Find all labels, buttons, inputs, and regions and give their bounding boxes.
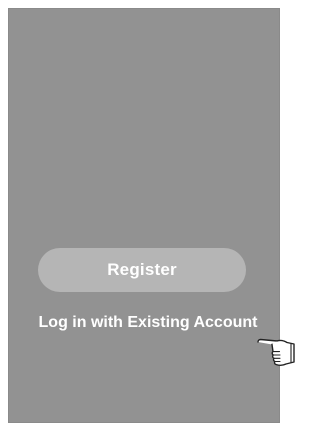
app-welcome-screen [8,8,280,423]
login-existing-account-link[interactable]: Log in with Existing Account [0,314,296,332]
pointing-hand-icon [257,338,295,366]
register-button[interactable]: Register [38,248,246,292]
instruction-figure: Register Log in with Existing Account [0,0,296,426]
